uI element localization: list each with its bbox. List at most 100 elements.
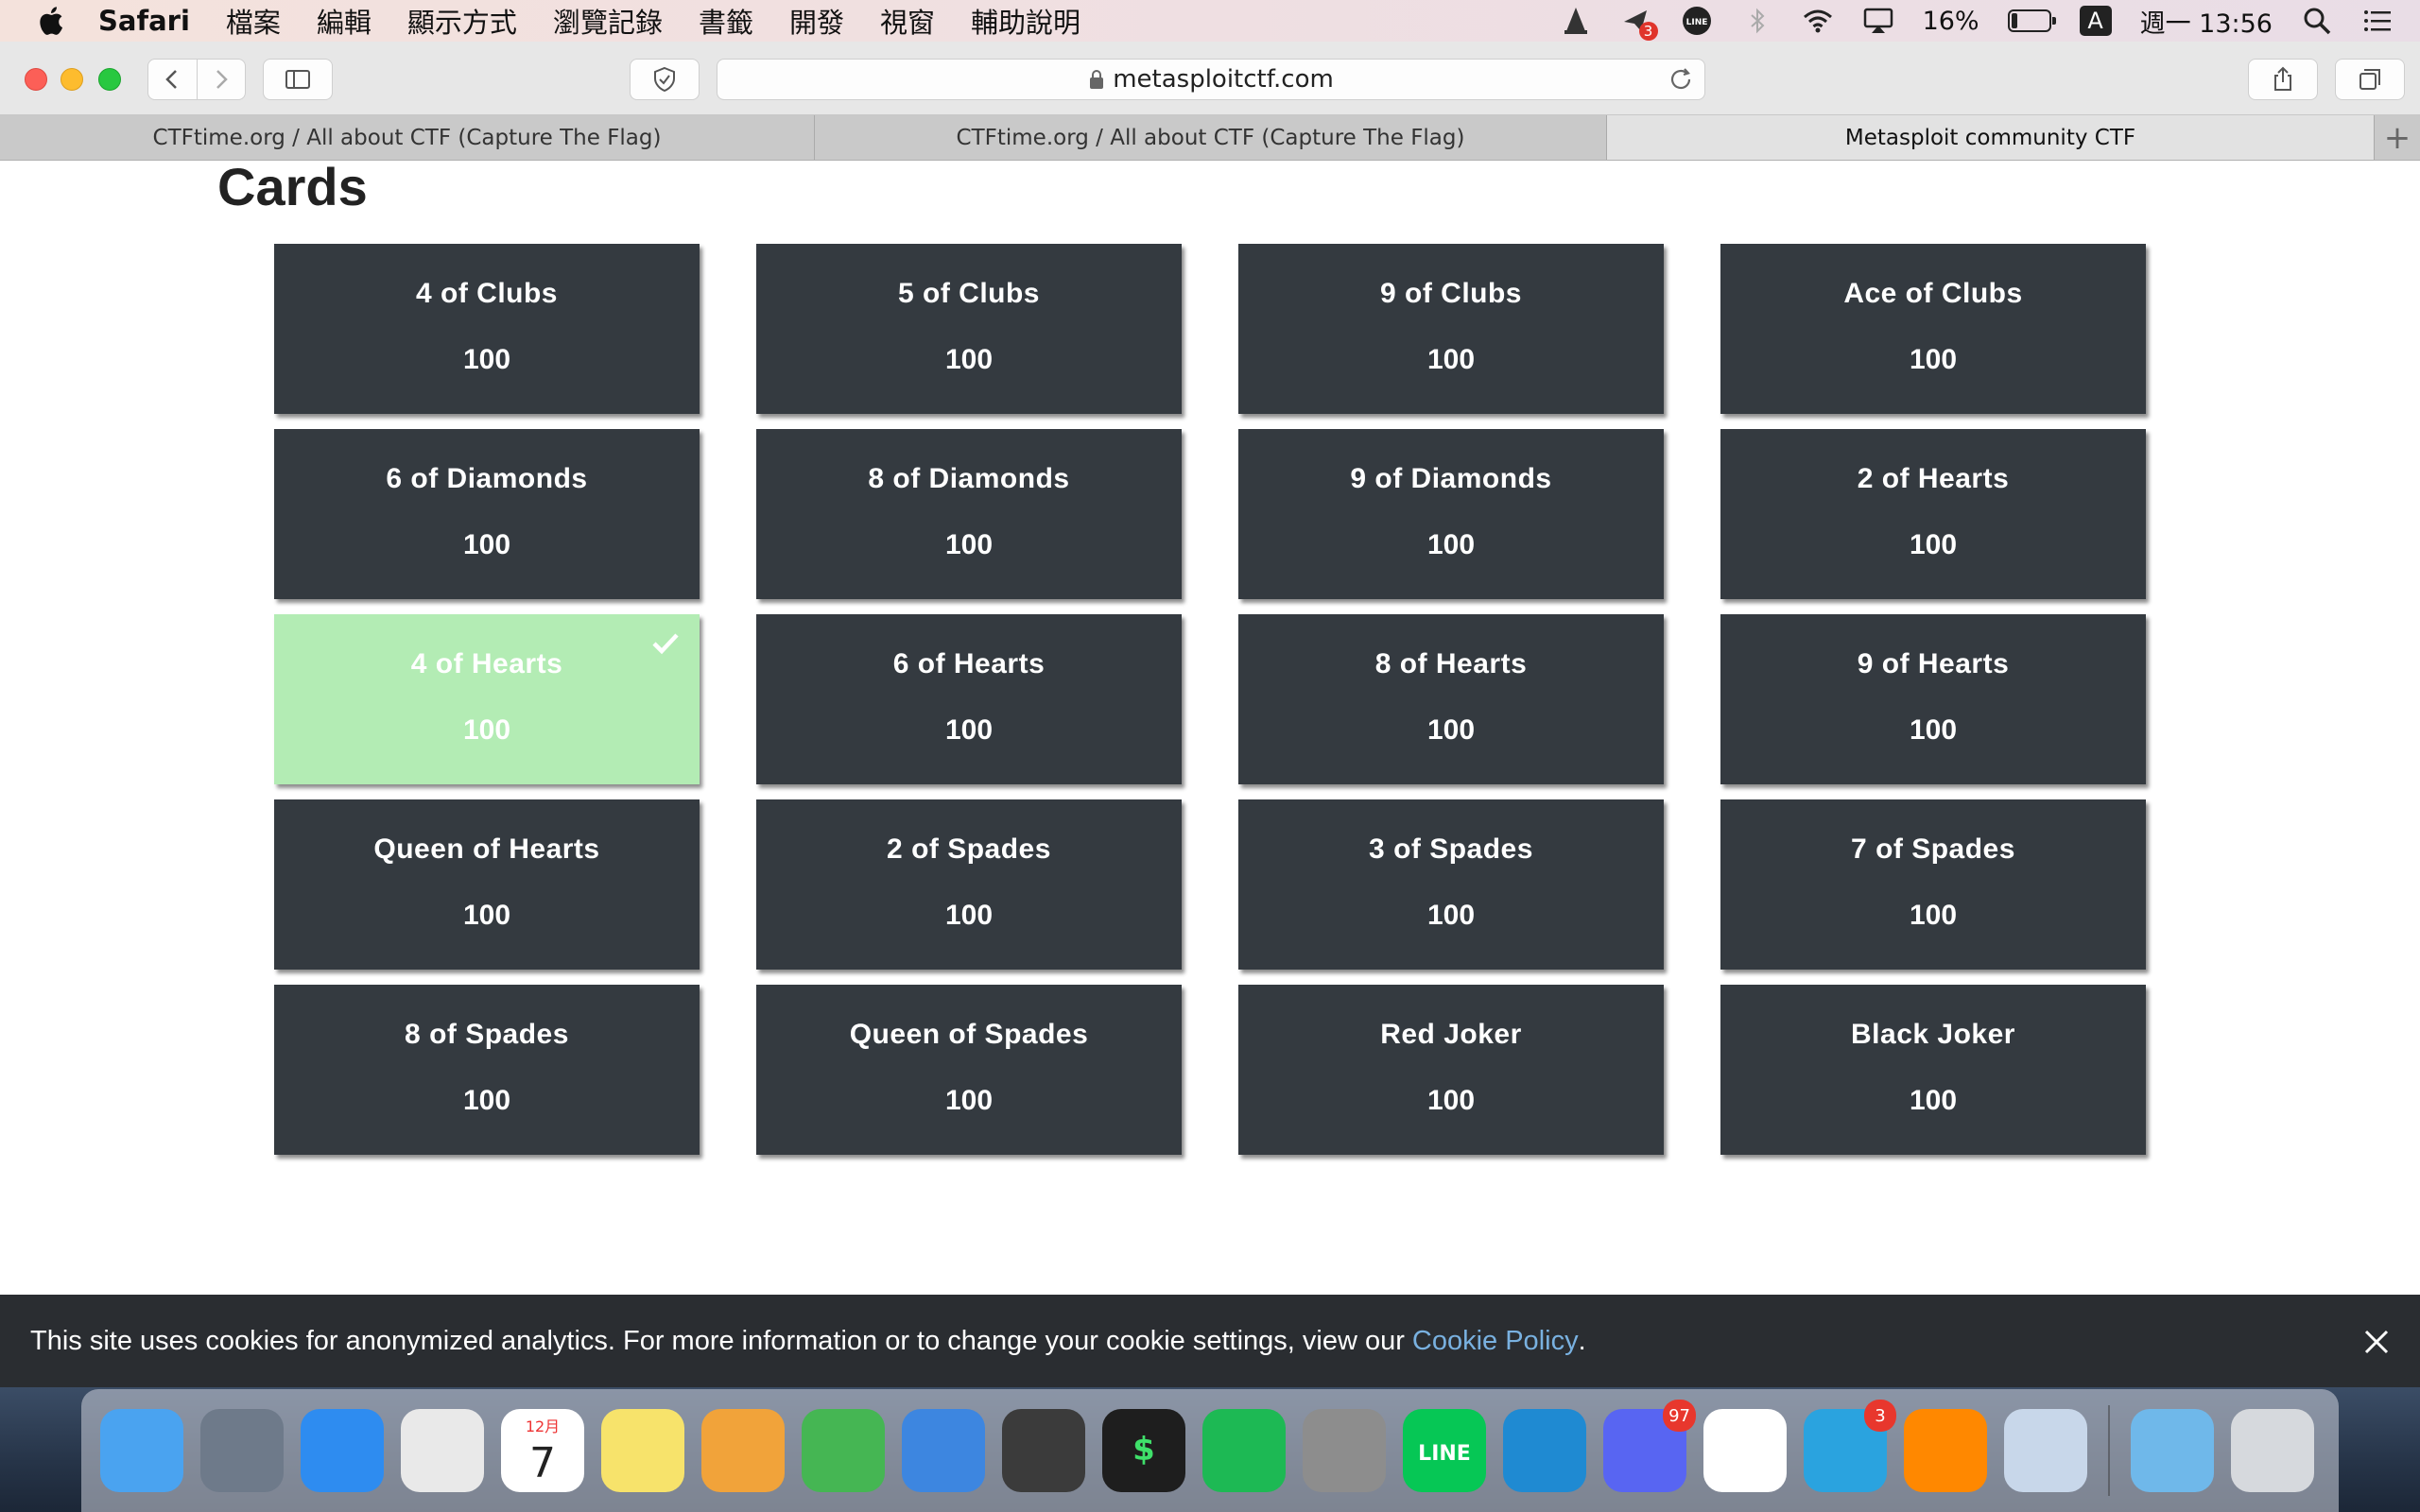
challenge-card[interactable]: Ace of Clubs 100	[1720, 244, 2146, 414]
card-points: 100	[462, 714, 511, 746]
challenge-card[interactable]: 9 of Clubs 100	[1238, 244, 1664, 414]
challenge-card[interactable]: 8 of Diamonds 100	[756, 429, 1182, 599]
window-zoom-button[interactable]	[98, 68, 121, 91]
challenge-card[interactable]: 8 of Spades 100	[274, 985, 700, 1155]
card-name: 7 of Spades	[1851, 833, 2015, 865]
window-close-button[interactable]	[25, 68, 47, 91]
checkmark-icon	[652, 633, 679, 655]
card-name: Ace of Clubs	[1843, 278, 2023, 309]
slack-icon[interactable]	[1698, 1403, 1792, 1498]
keynote-icon[interactable]	[896, 1403, 991, 1498]
card-name: 5 of Clubs	[897, 278, 1040, 309]
menu-develop[interactable]: 開發	[789, 1, 844, 41]
tab-ctftime-2[interactable]: CTFtime.org / All about CTF (Capture The…	[815, 115, 1607, 160]
challenge-card[interactable]: Black Joker 100	[1720, 985, 2146, 1155]
pages-icon[interactable]	[696, 1403, 790, 1498]
challenge-card[interactable]: 2 of Spades 100	[756, 799, 1182, 970]
battery-icon[interactable]	[2007, 9, 2056, 32]
airplay-icon[interactable]	[1862, 5, 1894, 37]
card-name: 8 of Hearts	[1374, 648, 1528, 679]
sidebar-toggle-button[interactable]	[263, 59, 333, 100]
telegram-icon[interactable]: 3	[1798, 1400, 1896, 1498]
challenge-card[interactable]: Queen of Spades 100	[756, 985, 1182, 1155]
menu-history[interactable]: 瀏覽記錄	[553, 1, 663, 41]
menu-help[interactable]: 輔助說明	[971, 1, 1080, 41]
launchpad-icon[interactable]	[195, 1403, 289, 1498]
menu-edit[interactable]: 編輯	[317, 1, 372, 41]
menubar-clock[interactable]: 週一 13:56	[2140, 3, 2273, 40]
trash-icon[interactable]	[2225, 1403, 2320, 1498]
terminal-icon[interactable]: $	[1097, 1403, 1191, 1498]
card-name: 9 of Clubs	[1379, 278, 1522, 309]
window-minimize-button[interactable]	[60, 68, 83, 91]
challenge-card[interactable]: 8 of Hearts 100	[1238, 614, 1664, 784]
menu-window[interactable]: 視窗	[880, 1, 935, 41]
card-points: 100	[462, 529, 511, 560]
menu-app-name[interactable]: Safari	[98, 5, 190, 37]
card-points: 100	[944, 529, 994, 560]
card-points: 100	[1426, 344, 1476, 375]
tab-ctftime-1[interactable]: CTFtime.org / All about CTF (Capture The…	[0, 115, 815, 160]
privacy-report-button[interactable]	[630, 59, 700, 100]
address-url: metasploitctf.com	[1113, 65, 1334, 94]
calendar-icon[interactable]: 12月 7	[495, 1403, 590, 1498]
tab-overview-button[interactable]	[2335, 59, 2405, 100]
finder-icon[interactable]	[95, 1403, 189, 1498]
challenge-card[interactable]: 7 of Spades 100	[1720, 799, 2146, 970]
vlc-status-icon[interactable]	[1560, 5, 1592, 37]
apple-icon[interactable]	[36, 5, 70, 37]
downloads-folder-icon[interactable]	[2125, 1403, 2220, 1498]
challenge-card[interactable]: 9 of Hearts 100	[1720, 614, 2146, 784]
share-button[interactable]	[2248, 59, 2318, 100]
preview-icon[interactable]	[1998, 1403, 2093, 1498]
challenge-card[interactable]: 5 of Clubs 100	[756, 244, 1182, 414]
menu-bookmarks[interactable]: 書籤	[699, 1, 753, 41]
line-status-icon[interactable]: LINE	[1681, 5, 1713, 37]
shield-icon	[654, 66, 675, 93]
notification-status-icon[interactable]: 3	[1620, 5, 1658, 41]
challenge-card[interactable]: 6 of Hearts 100	[756, 614, 1182, 784]
discord-icon[interactable]: 97	[1598, 1400, 1696, 1498]
card-points: 100	[1909, 900, 1958, 931]
notification-center-icon[interactable]	[2361, 5, 2394, 37]
bluetooth-icon[interactable]	[1741, 5, 1773, 37]
challenge-card[interactable]: 3 of Spades 100	[1238, 799, 1664, 970]
forward-button[interactable]	[196, 60, 245, 99]
new-tab-button[interactable]: +	[2375, 115, 2420, 160]
card-name: 9 of Hearts	[1857, 648, 2010, 679]
lock-icon	[1090, 70, 1104, 89]
input-method-indicator[interactable]: A	[2079, 6, 2112, 36]
wifi-icon[interactable]	[1802, 5, 1834, 37]
chrome-icon[interactable]	[395, 1403, 490, 1498]
card-points: 100	[1426, 1085, 1476, 1116]
cookie-close-icon[interactable]	[2361, 1327, 2392, 1357]
tab-metasploit-ctf[interactable]: Metasploit community CTF	[1607, 115, 2375, 160]
svg-text:LINE: LINE	[1685, 18, 1707, 27]
challenge-card[interactable]: 4 of Clubs 100	[274, 244, 700, 414]
vlc-icon[interactable]	[1898, 1403, 1993, 1498]
sublime-text-icon[interactable]	[996, 1403, 1091, 1498]
challenge-card[interactable]: 9 of Diamonds 100	[1238, 429, 1664, 599]
spotlight-search-icon[interactable]	[2301, 5, 2333, 37]
vscode-icon[interactable]	[1497, 1403, 1592, 1498]
challenge-card[interactable]: 2 of Hearts 100	[1720, 429, 2146, 599]
challenge-card[interactable]: Red Joker 100	[1238, 985, 1664, 1155]
card-name: 2 of Spades	[887, 833, 1051, 865]
challenge-card[interactable]: 6 of Diamonds 100	[274, 429, 700, 599]
line-icon[interactable]: LINE	[1397, 1403, 1492, 1498]
system-preferences-icon[interactable]	[1297, 1403, 1392, 1498]
dock-separator	[2108, 1405, 2110, 1496]
spotify-icon[interactable]	[1197, 1403, 1291, 1498]
svg-text:LINE: LINE	[1418, 1442, 1471, 1466]
safari-icon[interactable]	[295, 1403, 389, 1498]
notes-icon[interactable]	[596, 1403, 690, 1498]
address-bar[interactable]: metasploitctf.com	[717, 59, 1705, 100]
menu-file[interactable]: 檔案	[226, 1, 281, 41]
challenge-card[interactable]: 4 of Hearts 100	[274, 614, 700, 784]
cookie-policy-link[interactable]: Cookie Policy	[1412, 1326, 1579, 1357]
menu-view[interactable]: 顯示方式	[407, 1, 517, 41]
battery-percent[interactable]: 16%	[1923, 7, 1979, 36]
numbers-icon[interactable]	[796, 1403, 890, 1498]
back-button[interactable]	[148, 60, 197, 99]
challenge-card[interactable]: Queen of Hearts 100	[274, 799, 700, 970]
